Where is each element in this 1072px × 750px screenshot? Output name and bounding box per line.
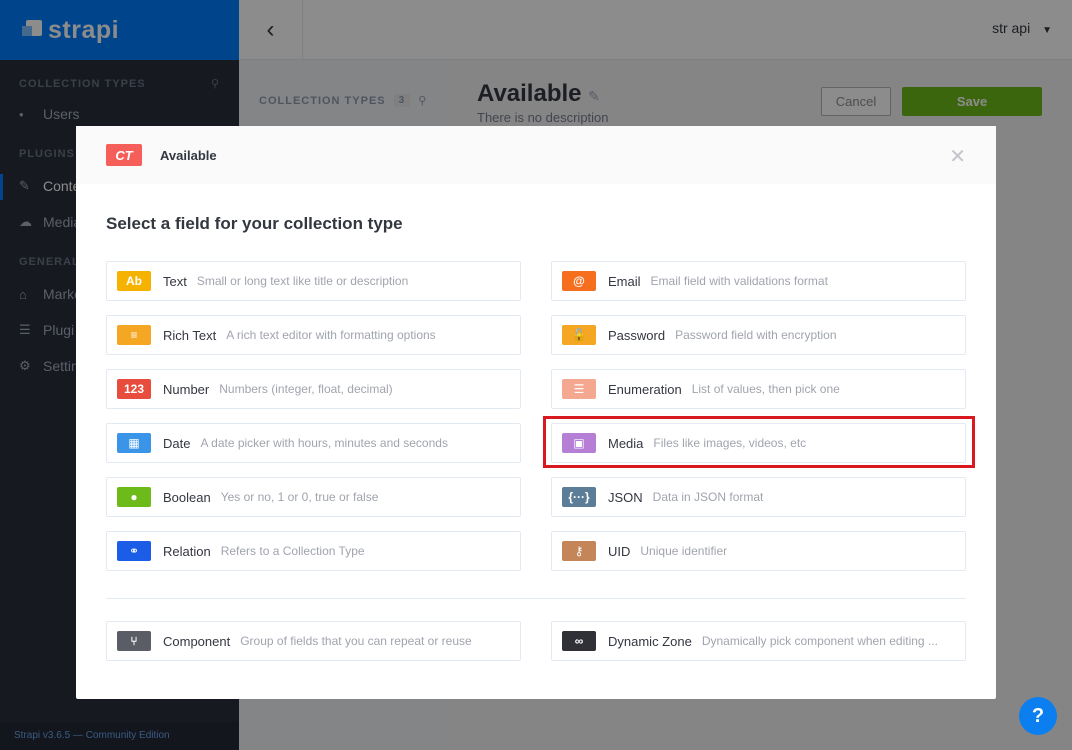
field-name: Component: [163, 633, 231, 649]
field-name: Email: [608, 273, 641, 289]
field-description: Refers to a Collection Type: [220, 544, 365, 558]
help-button[interactable]: ?: [1019, 697, 1057, 735]
field-description: A rich text editor with formatting optio…: [226, 328, 436, 342]
field-type-boolean[interactable]: ● Boolean Yes or no, 1 or 0, true or false: [106, 477, 521, 517]
highlight-box: [543, 416, 975, 468]
field-name: Rich Text: [163, 327, 217, 343]
password-icon: 🔓: [562, 325, 596, 345]
field-description: Numbers (integer, float, decimal): [219, 382, 393, 396]
field-type-dynamic-zone[interactable]: ∞ Dynamic Zone Dynamically pick component …: [551, 621, 966, 661]
close-icon[interactable]: ✕: [949, 144, 966, 169]
ct-badge: CT: [106, 144, 142, 166]
text-icon: Ab: [117, 271, 151, 291]
field-name: Date: [163, 435, 191, 451]
enumeration-icon: ☰: [562, 379, 596, 399]
field-description: Unique identifier: [640, 544, 728, 558]
field-description: Group of fields that you can repeat or r…: [240, 634, 472, 648]
field-type-component[interactable]: ⑂ Component Group of fields that you can r…: [106, 621, 521, 661]
field-name: Boolean: [163, 489, 211, 505]
modal-title: Select a field for your collection type: [106, 214, 403, 233]
field-type-enumeration[interactable]: ☰ Enumeration List of values, then pick on…: [551, 369, 966, 409]
json-icon: {···}: [562, 487, 596, 507]
field-type-date[interactable]: ▦ Date A date picker with hours, minutes a…: [106, 423, 521, 463]
field-description: Dynamically pick component when editing …: [701, 634, 938, 648]
field-name: Text: [163, 273, 187, 289]
field-description: Yes or no, 1 or 0, true or false: [220, 490, 379, 504]
field-description: Small or long text like title or descrip…: [196, 274, 409, 288]
field-name: Number: [163, 381, 210, 397]
date-icon: ▦: [117, 433, 151, 453]
select-field-modal: CT Available ✕ Select a field for your c…: [76, 126, 996, 699]
rich-text-icon: ≡: [117, 325, 151, 345]
dynamic-zone-icon: ∞: [562, 631, 596, 651]
field-description: Password field with encryption: [675, 328, 837, 342]
field-name: Relation: [163, 543, 211, 559]
divider: [106, 598, 966, 599]
field-name: Enumeration: [608, 381, 682, 397]
field-type-json[interactable]: {···} JSON Data in JSON format: [551, 477, 966, 517]
field-name: UID: [608, 543, 631, 559]
field-type-rich-text[interactable]: ≡ Rich Text A rich text editor with format…: [106, 315, 521, 355]
number-icon: 123: [117, 379, 151, 399]
boolean-icon: ●: [117, 487, 151, 507]
field-type-relation[interactable]: ⚭ Relation Refers to a Collection Type: [106, 531, 521, 571]
field-type-number[interactable]: 123 Number Numbers (integer, float, decima…: [106, 369, 521, 409]
uid-icon: ⚷: [562, 541, 596, 561]
field-description: List of values, then pick one: [691, 382, 840, 396]
field-name: JSON: [608, 489, 643, 505]
field-name: Password: [608, 327, 666, 343]
field-description: Email field with validations format: [650, 274, 828, 288]
field-description: A date picker with hours, minutes and se…: [200, 436, 448, 450]
modal-type-name: Available: [160, 147, 217, 163]
field-type-uid[interactable]: ⚷ UID Unique identifier: [551, 531, 966, 571]
field-type-text[interactable]: Ab Text Small or long text like title or d…: [106, 261, 521, 301]
field-type-password[interactable]: 🔓 Password Password field with encryption: [551, 315, 966, 355]
relation-icon: ⚭: [117, 541, 151, 561]
field-description: Data in JSON format: [652, 490, 764, 504]
field-name: Dynamic Zone: [608, 633, 692, 649]
email-icon: @: [562, 271, 596, 291]
component-icon: ⑂: [117, 631, 151, 651]
field-type-email[interactable]: @ Email Email field with validations forma…: [551, 261, 966, 301]
modal-header: CT Available ✕: [76, 126, 996, 184]
